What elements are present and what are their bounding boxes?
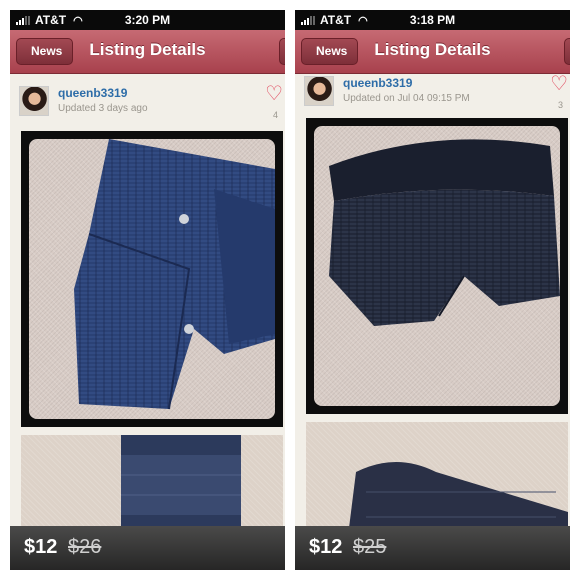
listing-content: queenb3319 Updated 3 days ago ♡ 4 $12 $2… [10,74,285,570]
status-time: 3:20 PM [124,13,171,27]
status-bar: AT&T ◠ 3:18 PM [295,10,570,30]
original-price: $26 [68,536,102,558]
like-count: 4 [272,110,278,120]
status-bar: AT&T ◠ 3:20 PM [10,10,285,30]
navigation-bar: News Listing Details [10,30,285,74]
listing-photo-second[interactable] [306,422,568,526]
shorts-image-second [121,435,241,526]
like-count: 3 [557,100,563,110]
sale-price: $12 [24,536,58,558]
photo-image [29,139,275,419]
price-bar: $12 $26 [10,526,285,570]
listing-screen-right: AT&T ◠ 3:18 PM News Listing Details quee… [295,10,570,570]
shorts-image-second [349,462,568,526]
nav-right-button[interactable] [564,38,570,65]
page-title: Listing Details [374,40,491,59]
heart-icon[interactable]: ♡ [550,74,568,94]
updated-timestamp: Updated on Jul 04 09:15 PM [343,93,470,104]
heart-icon[interactable]: ♡ [265,84,283,104]
listing-screen-left: AT&T ◠ 3:20 PM News Listing Details quee… [10,10,285,570]
shorts-image [74,139,275,410]
listing-photo[interactable] [21,131,283,427]
nav-right-button[interactable] [279,38,285,65]
avatar[interactable] [19,86,49,116]
listing-content: queenb3319 Updated on Jul 04 09:15 PM ♡ … [295,74,570,570]
page-title: Listing Details [89,40,206,59]
seller-username[interactable]: queenb3319 [343,76,412,90]
original-price: $25 [353,536,387,558]
seller-username[interactable]: queenb3319 [58,86,127,100]
photo-image [314,126,560,406]
listing-photo[interactable] [306,118,568,414]
seller-row[interactable]: queenb3319 Updated on Jul 04 09:15 PM ♡ … [295,64,570,116]
seller-row[interactable]: queenb3319 Updated 3 days ago ♡ 4 [10,74,285,126]
shorts-image [329,139,560,326]
updated-timestamp: Updated 3 days ago [58,103,148,114]
avatar[interactable] [304,76,334,106]
sale-price: $12 [309,536,343,558]
listing-photo-second[interactable] [21,435,283,526]
status-time: 3:18 PM [409,13,456,27]
price-bar: $12 $25 [295,526,570,570]
